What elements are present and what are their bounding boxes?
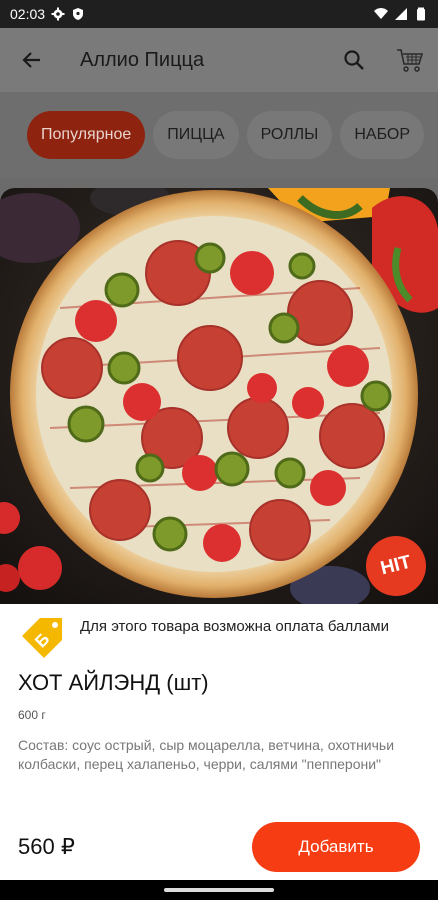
product-sheet: HIT Б Для этого товара возможна оплата б… xyxy=(0,188,438,900)
settings-icon xyxy=(51,7,65,21)
back-button[interactable] xyxy=(0,28,64,92)
points-tag-icon: Б xyxy=(22,618,62,658)
status-time: 02:03 xyxy=(10,6,46,22)
page-title: Аллио Пицца xyxy=(80,48,205,71)
home-gesture-handle[interactable] xyxy=(164,888,274,892)
points-notice-text: Для этого товара возможна оплата баллами xyxy=(80,618,389,635)
product-price: 560 ₽ xyxy=(18,834,75,859)
tab-rolls[interactable]: РОЛЛЫ xyxy=(246,111,333,159)
shield-icon xyxy=(73,8,84,20)
tab-popular[interactable]: Популярное xyxy=(27,111,146,159)
product-title: ХОТ АЙЛЭНД (шт) xyxy=(18,670,209,695)
search-button[interactable] xyxy=(326,28,382,92)
search-icon xyxy=(344,50,364,70)
product-image xyxy=(0,188,438,604)
product-description: Состав: соус острый, сыр моцарелла, ветч… xyxy=(18,737,395,772)
battery-icon xyxy=(417,7,425,21)
cart-button[interactable] xyxy=(382,28,438,92)
arrow-back-icon xyxy=(22,52,40,68)
tab-pizza[interactable]: ПИЦЦА xyxy=(153,111,239,159)
status-bar: 02:03 xyxy=(0,0,438,28)
product-weight: 600 г xyxy=(18,708,46,722)
system-nav-bar xyxy=(0,880,438,900)
tab-sets[interactable]: НАБОР xyxy=(340,111,425,159)
add-to-cart-button[interactable]: Добавить xyxy=(252,822,420,872)
points-notice: Б Для этого товара возможна оплата балла… xyxy=(18,616,418,660)
cell-signal-icon xyxy=(395,8,407,20)
app-bar: Аллио Пицца xyxy=(0,28,438,92)
cart-icon xyxy=(397,49,424,72)
wifi-icon xyxy=(374,8,388,19)
category-tabs: Популярное ПИЦЦА РОЛЛЫ НАБОР xyxy=(0,92,438,178)
